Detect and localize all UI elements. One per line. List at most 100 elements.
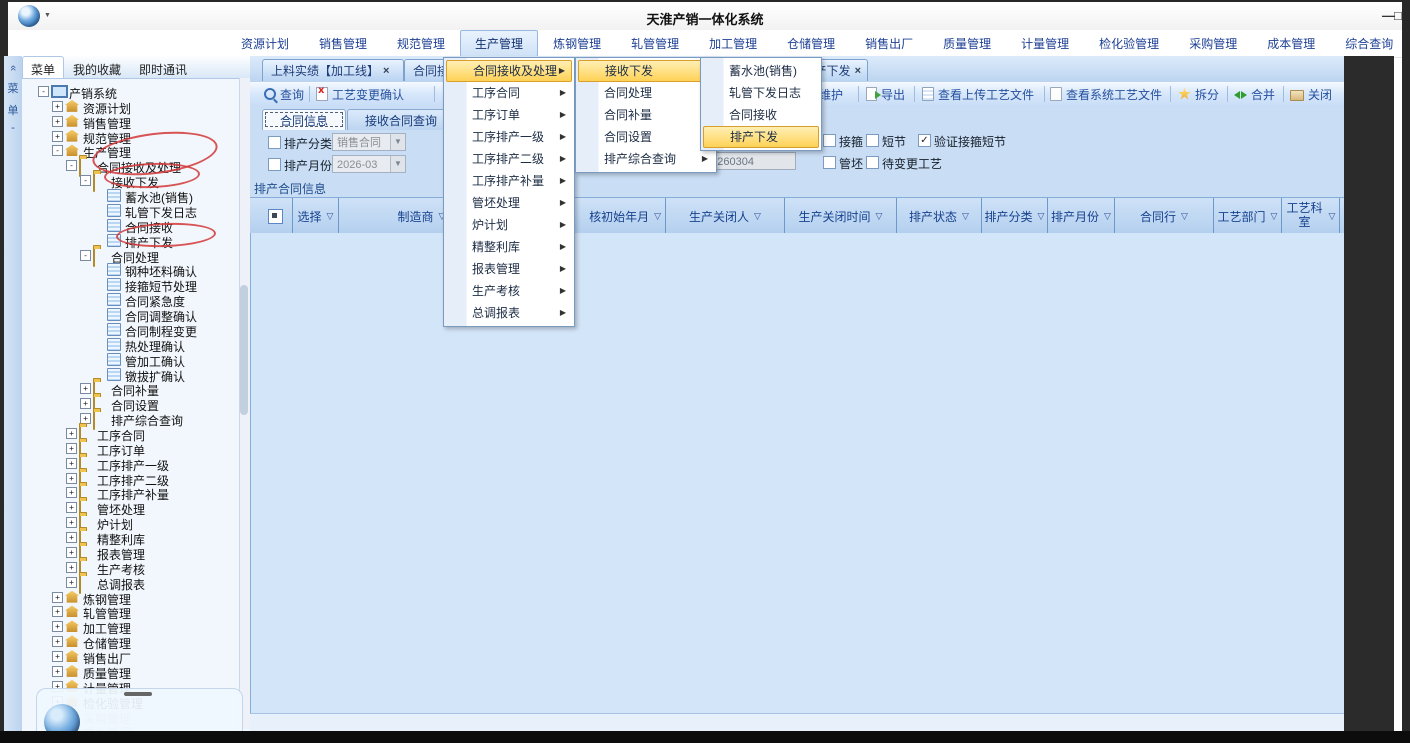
toolbar-button-0[interactable]: 查询: [264, 85, 304, 103]
menubar-item-9[interactable]: 质量管理: [928, 30, 1006, 57]
menu-item-工序排产一级[interactable]: 工序排产一级▶: [446, 126, 572, 148]
menu-item-合同接收及处理[interactable]: 合同接收及处理▶: [446, 60, 572, 82]
tree-item[interactable]: 热处理确认: [22, 337, 238, 352]
sidebar-tab-0[interactable]: 菜单: [22, 56, 64, 78]
tree-expander-icon[interactable]: +: [52, 131, 63, 142]
select-all-checkbox[interactable]: [268, 209, 283, 224]
menu-item-工序订单[interactable]: 工序订单▶: [446, 104, 572, 126]
toolbar-button-1[interactable]: 工艺变更确认: [316, 85, 404, 103]
column-filter-icon[interactable]: ▽: [1104, 211, 1111, 222]
menu-item-管坯处理[interactable]: 管坯处理▶: [446, 192, 572, 214]
grid-column-11[interactable]: 工艺科室▽: [1282, 198, 1340, 234]
menubar-item-11[interactable]: 检化验管理: [1084, 30, 1174, 57]
column-filter-icon[interactable]: ▽: [1329, 211, 1336, 222]
tree-item[interactable]: +轧管管理: [22, 604, 238, 619]
tree-item[interactable]: +排产综合查询: [22, 411, 238, 426]
grid-column-4[interactable]: 生产关闭人▽: [666, 198, 785, 234]
popup-drag-handle[interactable]: [124, 692, 152, 696]
menu-item-工序排产补量[interactable]: 工序排产补量▶: [446, 170, 572, 192]
tree-item[interactable]: 合同调整确认: [22, 307, 238, 322]
tab-close-icon[interactable]: ×: [383, 65, 395, 77]
menu-item-生产考核[interactable]: 生产考核▶: [446, 280, 572, 302]
menubar-item-0[interactable]: 资源计划: [226, 30, 304, 57]
menu-item-工序排产二级[interactable]: 工序排产二级▶: [446, 148, 572, 170]
menubar-item-7[interactable]: 仓储管理: [772, 30, 850, 57]
tree-expander-icon[interactable]: +: [80, 383, 91, 394]
grid-horizontal-scrollbar[interactable]: [250, 713, 1344, 732]
tree-expander-icon[interactable]: +: [66, 443, 77, 454]
menu-item-接收下发[interactable]: 接收下发▶: [578, 60, 714, 82]
tree-expander-icon[interactable]: +: [66, 487, 77, 498]
column-filter-icon[interactable]: ▽: [1038, 211, 1045, 222]
tree-expander-icon[interactable]: +: [52, 621, 63, 632]
menubar-item-13[interactable]: 成本管理: [1252, 30, 1330, 57]
tree-expander-icon[interactable]: +: [66, 532, 77, 543]
tree-expander-icon[interactable]: -: [52, 145, 63, 156]
tree-scrollbar-thumb[interactable]: [240, 285, 248, 415]
grid-column-6[interactable]: 排产状态▽: [897, 198, 982, 234]
toolbar-button-8[interactable]: 关闭: [1290, 85, 1332, 103]
tree-item[interactable]: -合同处理: [22, 248, 238, 263]
tree-item[interactable]: 轧管下发日志: [22, 203, 238, 218]
tree-item[interactable]: -产销系统: [22, 84, 238, 99]
subtab-1[interactable]: 接收合同查询: [347, 109, 455, 130]
tree-item[interactable]: +总调报表: [22, 575, 238, 590]
menubar-item-14[interactable]: 综合查询: [1330, 30, 1402, 57]
tree-item[interactable]: 合同紧急度: [22, 292, 238, 307]
collapse-chevron-icon[interactable]: «: [7, 59, 19, 77]
menu-item-总调报表[interactable]: 总调报表▶: [446, 302, 572, 324]
toolbar-button-5[interactable]: 查看系统工艺文件: [1050, 85, 1162, 103]
filter-checkbox-接箍[interactable]: [823, 134, 836, 147]
subtab-0[interactable]: 合同信息: [262, 109, 346, 130]
tab-close-icon[interactable]: ×: [855, 65, 867, 77]
column-filter-icon[interactable]: ▽: [962, 211, 969, 222]
tree-item[interactable]: +炼钢管理: [22, 590, 238, 605]
month-select[interactable]: 2026-03▼: [332, 155, 406, 173]
filter-checkbox-待变更工艺[interactable]: [866, 156, 879, 169]
tree-item[interactable]: +合同补量: [22, 381, 238, 396]
chevron-down-icon[interactable]: ▼: [390, 156, 405, 172]
tree-expander-icon[interactable]: +: [66, 458, 77, 469]
tree-expander-icon[interactable]: +: [52, 116, 63, 127]
category-select[interactable]: 销售合同▼: [332, 133, 406, 151]
tree-item[interactable]: 排产下发: [22, 233, 238, 248]
tree-expander-icon[interactable]: +: [66, 428, 77, 439]
tree-expander-icon[interactable]: -: [80, 250, 91, 261]
tree-expander-icon[interactable]: +: [80, 398, 91, 409]
tree-expander-icon[interactable]: -: [38, 86, 49, 97]
tree-item[interactable]: +工序排产一级: [22, 456, 238, 471]
menubar-item-12[interactable]: 采购管理: [1174, 30, 1252, 57]
menu-item-炉计划[interactable]: 炉计划▶: [446, 214, 572, 236]
grid-column-9[interactable]: 合同行▽: [1115, 198, 1214, 234]
grid-column-8[interactable]: 排产月份▽: [1048, 198, 1115, 234]
tree-item[interactable]: +报表管理: [22, 545, 238, 560]
logo-dropdown-icon[interactable]: ▼: [44, 12, 51, 19]
tree-item[interactable]: +质量管理: [22, 664, 238, 679]
tree-item[interactable]: +资源计划: [22, 99, 238, 114]
grid-column-7[interactable]: 排产分类▽: [982, 198, 1048, 234]
tree-expander-icon[interactable]: +: [66, 473, 77, 484]
menu-item-精整利库[interactable]: 精整利库▶: [446, 236, 572, 258]
toolbar-button-3[interactable]: 导出: [866, 85, 905, 103]
menu-item-蓄水池(销售)[interactable]: 蓄水池(销售): [703, 60, 819, 82]
collapsed-panel-strip[interactable]: « 菜单 -: [4, 56, 23, 731]
tree-item[interactable]: 合同制程变更: [22, 322, 238, 337]
menu-item-合同设置[interactable]: 合同设置▶: [578, 126, 714, 148]
filter-checkbox-短节[interactable]: [866, 134, 879, 147]
doc-tab-0[interactable]: 上料实绩【加工线】×: [262, 59, 404, 81]
column-filter-icon[interactable]: ▽: [327, 211, 334, 222]
menubar-item-5[interactable]: 轧管管理: [616, 30, 694, 57]
tree-item[interactable]: -生产管理: [22, 143, 238, 158]
menubar-item-6[interactable]: 加工管理: [694, 30, 772, 57]
filter-checkbox-管坯[interactable]: [823, 156, 836, 169]
grid-column-selector[interactable]: [258, 198, 293, 234]
tree-item[interactable]: 镦拔扩确认: [22, 367, 238, 382]
tree-expander-icon[interactable]: +: [66, 547, 77, 558]
tree-item[interactable]: 钢种坯料确认: [22, 262, 238, 277]
tree-item[interactable]: +规范管理: [22, 129, 238, 144]
menubar-item-3[interactable]: 生产管理: [460, 30, 538, 57]
menu-item-合同补量[interactable]: 合同补量▶: [578, 104, 714, 126]
tree-item[interactable]: +工序排产补量: [22, 485, 238, 500]
menubar-item-4[interactable]: 炼钢管理: [538, 30, 616, 57]
menu-item-排产下发[interactable]: 排产下发: [703, 126, 819, 148]
